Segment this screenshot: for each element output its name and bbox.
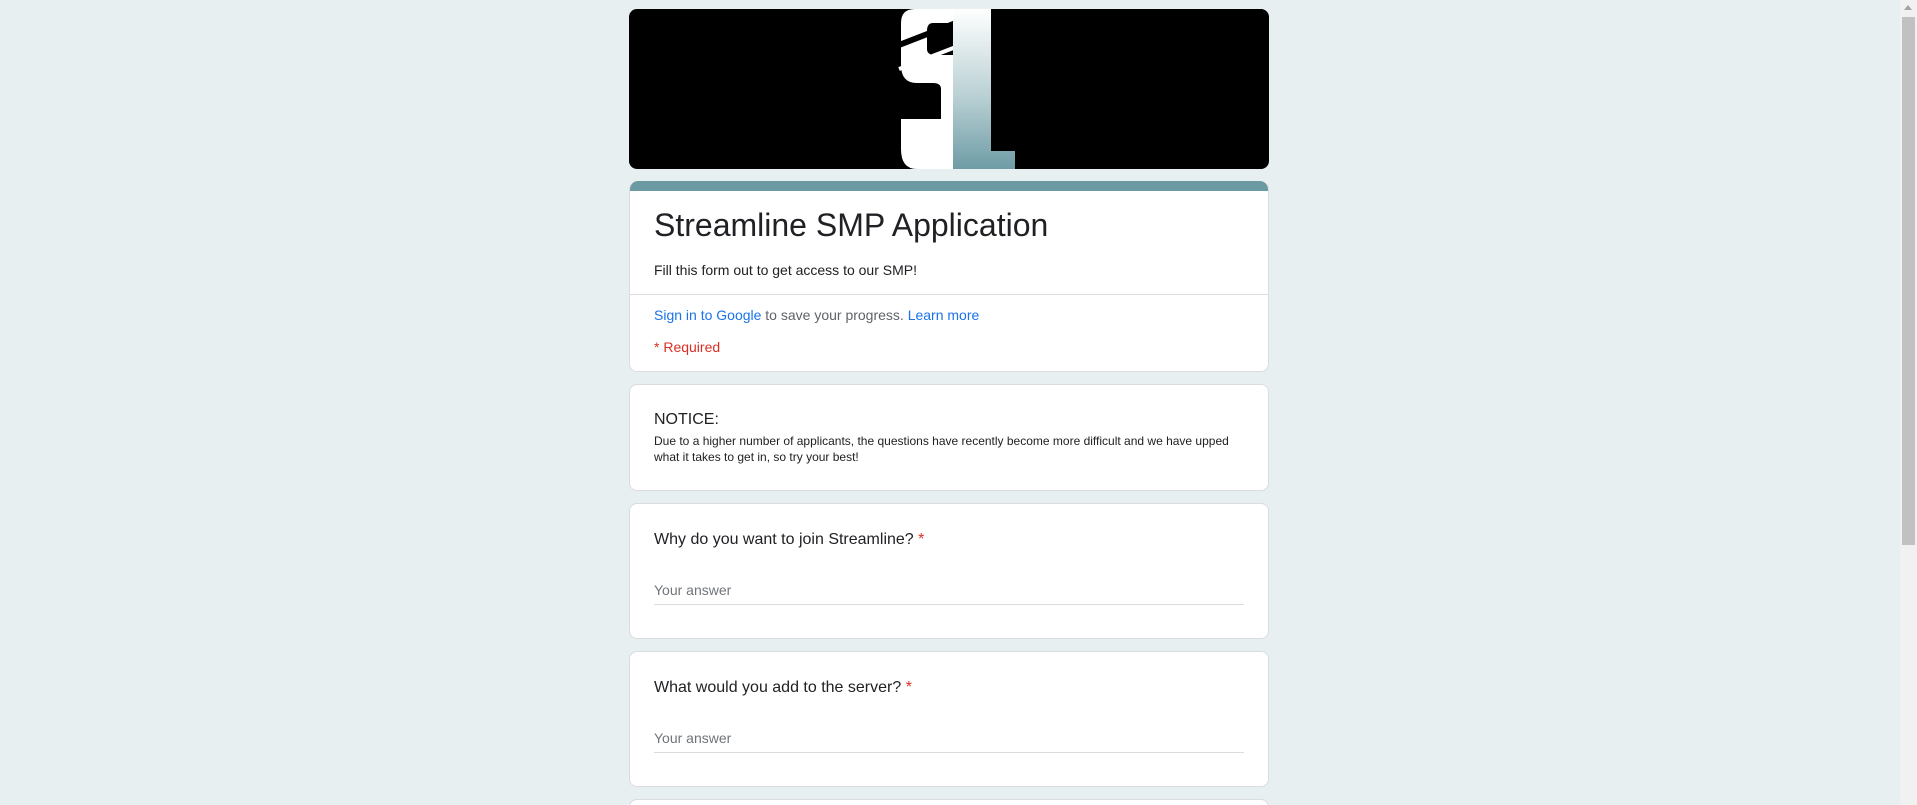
signin-link[interactable]: Sign in to Google (654, 307, 761, 323)
question-text: What would you add to the server? (654, 679, 902, 696)
signin-text: to save your progress. (761, 307, 908, 323)
scrollbar-thumb[interactable] (1902, 17, 1915, 545)
required-asterisk: * (918, 531, 925, 548)
required-note: * Required (654, 339, 721, 355)
streamline-logo-icon (897, 9, 1015, 169)
answer-input[interactable] (654, 580, 1244, 605)
learn-more-link[interactable]: Learn more (908, 307, 980, 323)
question-label: What would you add to the server? * (654, 676, 1244, 700)
divider (630, 294, 1268, 295)
signin-notice: Sign in to Google to save your progress.… (654, 305, 1244, 325)
question-card: Why do you want to join Streamline? * (629, 503, 1269, 639)
question-card: What would you add to the server? * (629, 651, 1269, 787)
form-column: Streamline SMP Application Fill this for… (629, 9, 1269, 805)
next-question-card (629, 799, 1269, 805)
form-page: Streamline SMP Application Fill this for… (0, 0, 1917, 805)
question-text: Why do you want to join Streamline? (654, 531, 914, 548)
header-banner (629, 9, 1269, 169)
required-asterisk: * (905, 679, 912, 696)
answer-input[interactable] (654, 728, 1244, 753)
notice-heading: NOTICE: (654, 411, 719, 428)
page-scrollbar[interactable] (1900, 0, 1917, 805)
question-label: Why do you want to join Streamline? * (654, 528, 1244, 552)
notice-card: NOTICE: Due to a higher number of applic… (629, 384, 1269, 491)
accent-bar (630, 181, 1268, 191)
form-description: Fill this form out to get access to our … (654, 262, 917, 278)
notice-body: Due to a higher number of applicants, th… (654, 434, 1229, 464)
form-title: Streamline SMP Application (654, 207, 1049, 243)
scroll-up-arrow-icon[interactable] (1904, 5, 1912, 10)
form-title-card: Streamline SMP Application Fill this for… (629, 181, 1269, 372)
